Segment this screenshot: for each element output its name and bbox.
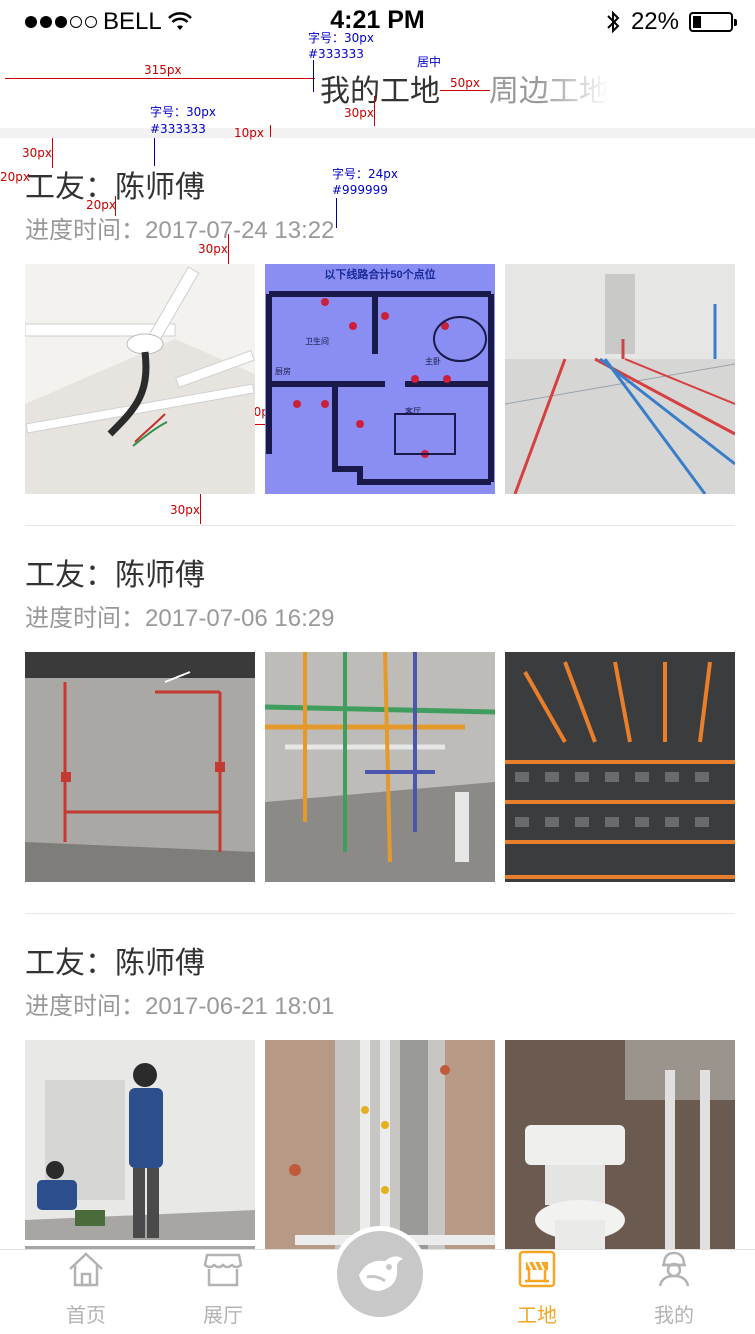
bird-logo-icon xyxy=(359,1256,403,1291)
anno-line xyxy=(270,125,271,137)
segment-header: 我的工地 周边工地 xyxy=(0,40,755,128)
worker-profile-icon xyxy=(658,1251,690,1287)
anno-line xyxy=(440,90,490,91)
anno-line xyxy=(374,96,375,126)
center-action-button[interactable] xyxy=(332,1226,428,1322)
photo-workers-room[interactable] xyxy=(25,1040,255,1270)
battery-percent: 22% xyxy=(630,8,679,35)
battery-level-fill xyxy=(693,16,701,28)
anno-center-note: 居中 xyxy=(417,55,442,69)
bluetooth-icon xyxy=(607,10,620,34)
progress-time: 进度时间：2017-07-06 16:29 xyxy=(25,605,335,632)
tabbar-label: 展厅 xyxy=(203,1305,243,1327)
tabbar-item-construction[interactable]: 工地 xyxy=(492,1249,582,1328)
tabbar-item-home[interactable]: 首页 xyxy=(41,1249,131,1328)
worker-name: 工友：陈师傅 xyxy=(25,947,205,980)
anno-color-author: #333333 xyxy=(150,122,206,136)
anno-font-author: 字号：30px xyxy=(150,105,216,119)
anno-color-title: #333333 xyxy=(308,47,364,61)
worker-name: 工友：陈师傅 xyxy=(25,559,205,592)
photo-floor-pipes[interactable] xyxy=(505,264,735,494)
bottom-tab-bar: 首页 展厅 工地 我的 xyxy=(0,1226,755,1334)
room-label: 厨房 xyxy=(275,366,291,376)
shop-icon xyxy=(203,1253,243,1287)
anno-dim-50: 50px xyxy=(450,76,480,90)
photo-wall-red-pipes[interactable] xyxy=(25,652,255,882)
tabbar-label: 首页 xyxy=(66,1305,106,1327)
photo-grid: 以下线路合计50个点位 卫生间 主卧 客厅 厨房 xyxy=(25,264,735,494)
tabbar-label: 我的 xyxy=(654,1305,694,1327)
construction-icon xyxy=(518,1250,556,1288)
photo-floor-plan[interactable]: 以下线路合计50个点位 卫生间 主卧 客厅 厨房 xyxy=(265,264,495,494)
floor-plan-caption: 以下线路合计50个点位 xyxy=(324,267,435,281)
tabbar-item-showroom[interactable]: 展厅 xyxy=(178,1249,268,1328)
photo-underfloor-heating[interactable] xyxy=(505,652,735,882)
tab-my-site[interactable]: 我的工地 xyxy=(320,66,440,110)
tabbar-label: 工地 xyxy=(517,1305,557,1327)
photo-ceiling-junction[interactable] xyxy=(25,264,255,494)
progress-time: 进度时间：2017-07-24 13:22 xyxy=(25,217,335,244)
home-icon xyxy=(69,1252,103,1287)
anno-line xyxy=(5,78,315,79)
battery-icon xyxy=(689,12,737,32)
header-divider xyxy=(0,128,755,138)
progress-card[interactable]: 工友：陈师傅 进度时间：2017-07-24 13:22 以下线路合计50个点位… xyxy=(0,138,755,526)
anno-pointer xyxy=(313,60,314,92)
photo-grid xyxy=(25,652,735,882)
anno-font-title: 字号：30px xyxy=(308,31,374,45)
room-label: 主卧 xyxy=(425,356,441,366)
room-label: 卫生间 xyxy=(305,336,329,346)
tab-overflow-fade xyxy=(540,60,610,110)
worker-name: 工友：陈师傅 xyxy=(25,171,205,204)
status-indicators: 22% xyxy=(605,8,737,36)
status-bar: BELL 4:21 PM 22% xyxy=(0,0,755,40)
progress-card[interactable]: 工友：陈师傅 进度时间：2017-07-06 16:29 xyxy=(0,526,755,914)
anno-dim-30-title: 30px xyxy=(344,106,374,120)
photo-ceiling-colored-pipes[interactable] xyxy=(265,652,495,882)
site-progress-feed: 工友：陈师傅 进度时间：2017-07-24 13:22 以下线路合计50个点位… xyxy=(0,138,755,1302)
anno-dim-315: 315px xyxy=(144,63,182,77)
photo-bathroom-toilet[interactable] xyxy=(505,1040,735,1270)
tabbar-item-profile[interactable]: 我的 xyxy=(629,1249,719,1328)
progress-time: 进度时间：2017-06-21 18:01 xyxy=(25,993,335,1020)
